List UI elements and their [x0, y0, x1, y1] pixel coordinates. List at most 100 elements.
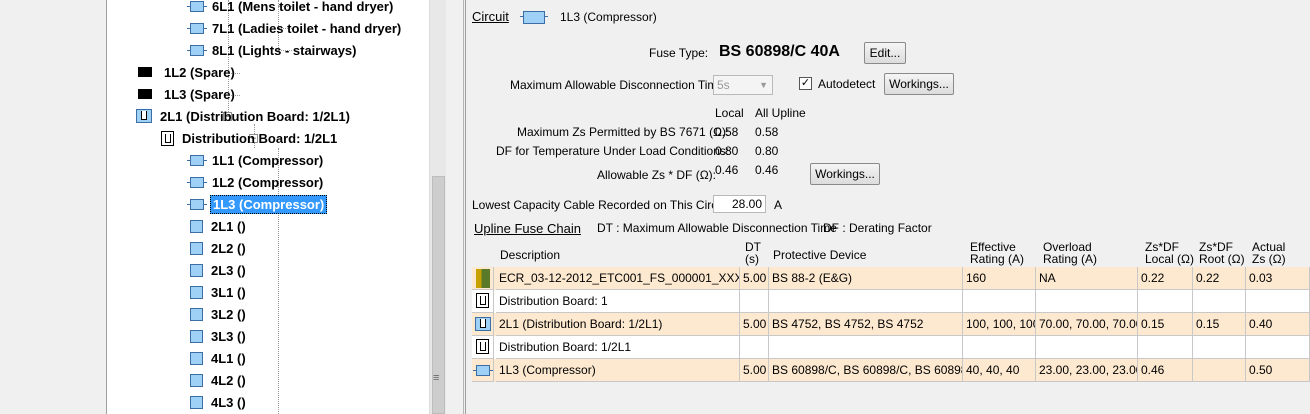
cell-description[interactable]: Distribution Board: 1: [496, 290, 740, 313]
cell-zs-root[interactable]: [1193, 359, 1246, 382]
cell-description[interactable]: Distribution Board: 1/2L1: [496, 336, 740, 359]
cell-dt[interactable]: 5.00: [740, 359, 769, 382]
cell-zs-local[interactable]: 0.46: [1138, 359, 1193, 382]
tree-item-label: 2L1 (): [211, 218, 246, 234]
cell-effective[interactable]: [963, 336, 1036, 359]
cell-actual[interactable]: [1246, 336, 1310, 359]
tree-item[interactable]: 7L1 (Ladies toilet - hand dryer): [187, 18, 403, 38]
table-row[interactable]: 1L3 (Compressor) 5.00 BS 60898/C, BS 60898…: [472, 359, 1310, 382]
cell-dt[interactable]: [740, 336, 769, 359]
table-row[interactable]: Distribution Board: 1/2L1: [472, 336, 1310, 359]
cell-effective[interactable]: 40, 40, 40: [963, 359, 1036, 382]
upline-fuse-chain-link[interactable]: Upline Fuse Chain: [474, 221, 581, 236]
cell-description[interactable]: 1L3 (Compressor): [496, 359, 740, 382]
cell-zs-local[interactable]: 0.22: [1138, 267, 1193, 290]
col-device[interactable]: Protective Device: [773, 248, 866, 262]
workings-button-2[interactable]: Workings...: [810, 163, 880, 185]
max-disconnection-select[interactable]: 5s ▼: [713, 75, 773, 95]
cell-device[interactable]: BS 4752, BS 4752, BS 4752: [769, 313, 963, 336]
cell-zs-root[interactable]: [1193, 336, 1246, 359]
tree-item[interactable]: 1L2 (Compressor): [187, 172, 325, 192]
cell-overload[interactable]: 70.00, 70.00, 70.00: [1036, 313, 1138, 336]
empty-way-icon: [190, 373, 203, 387]
tree-scrollbar[interactable]: [429, 0, 446, 414]
lowest-cable-field[interactable]: 28.00: [713, 195, 766, 213]
cell-effective[interactable]: 100, 100, 100: [963, 313, 1036, 336]
tree-item-label: 1L3 (Compressor): [210, 194, 328, 214]
cell-effective[interactable]: 160: [963, 267, 1036, 290]
cell-dt[interactable]: 5.00: [740, 267, 769, 290]
cell-overload[interactable]: NA: [1036, 267, 1138, 290]
fuse-type-label: Fuse Type:: [649, 46, 709, 60]
cell-zs-root[interactable]: 0.22: [1193, 267, 1246, 290]
cell-overload[interactable]: 23.00, 23.00, 23.00: [1036, 359, 1138, 382]
circuit-tree[interactable]: − − 6L1 (Mens toilet - hand dryer) 7L1 (…: [107, 0, 429, 414]
circuit-link[interactable]: Circuit: [472, 9, 509, 24]
cell-zs-local[interactable]: [1138, 336, 1193, 359]
tree-item[interactable]: 2L1 (Distribution Board: 1/2L1): [136, 106, 352, 126]
col-zs-local[interactable]: Zs*DF Local (Ω): [1145, 241, 1194, 265]
tree-item[interactable]: 3L3 (): [190, 326, 248, 346]
cell-zs-local[interactable]: [1138, 290, 1193, 313]
col-zs-root[interactable]: Zs*DF Root (Ω): [1199, 241, 1245, 265]
zs-permitted-local: 0.58: [715, 125, 739, 139]
tree-item[interactable]: 6L1 (Mens toilet - hand dryer): [187, 0, 395, 16]
col-actual-zs[interactable]: Actual Zs (Ω): [1252, 241, 1286, 265]
table-row[interactable]: 2L1 (Distribution Board: 1/2L1) 5.00 BS 47…: [472, 313, 1310, 336]
col-effective[interactable]: Effective Rating (A): [970, 241, 1024, 265]
tree-item[interactable]: 4L2 (): [190, 370, 248, 390]
lowest-cable-unit: A: [774, 198, 783, 212]
cell-device[interactable]: [769, 290, 963, 313]
tree-item[interactable]: 3L2 (): [190, 304, 248, 324]
cell-dt[interactable]: 5.00: [740, 313, 769, 336]
edit-button[interactable]: Edit...: [864, 42, 906, 64]
tree-item[interactable]: 1L1 (Compressor): [187, 150, 325, 170]
cell-actual[interactable]: 0.50: [1246, 359, 1310, 382]
tree-item-label: 2L3 (): [211, 262, 246, 278]
cell-actual[interactable]: 0.40: [1246, 313, 1310, 336]
col-dt-line: (s): [745, 252, 759, 266]
tree-item-label: 4L3 (): [211, 394, 246, 410]
cell-effective[interactable]: [963, 290, 1036, 313]
cell-dt[interactable]: [740, 290, 769, 313]
panel-splitter[interactable]: [446, 0, 464, 414]
tree-item[interactable]: 2L3 (): [190, 260, 248, 280]
tree-item[interactable]: Distribution Board: 1/2L1: [161, 128, 339, 148]
cell-zs-local[interactable]: 0.15: [1138, 313, 1193, 336]
cell-device[interactable]: BS 88-2 (E&G): [769, 267, 963, 290]
tree-item-label: 1L2 (Compressor): [212, 174, 324, 190]
col-description[interactable]: Description: [500, 248, 560, 262]
cell-overload[interactable]: [1036, 290, 1138, 313]
tree-item-label: Distribution Board: 1/2L1: [182, 130, 338, 146]
cell-actual[interactable]: [1246, 290, 1310, 313]
empty-way-icon: [190, 285, 203, 299]
table-row[interactable]: Distribution Board: 1: [472, 290, 1310, 313]
tree-item[interactable]: 4L3 (): [190, 392, 248, 412]
row-icon-cell: [472, 336, 494, 359]
cell-device[interactable]: [769, 336, 963, 359]
tree-item[interactable]: 8L1 (Lights - stairways): [187, 40, 358, 60]
workings-button[interactable]: Workings...: [884, 73, 954, 95]
tree-item[interactable]: 1L2 (Spare): [138, 62, 237, 82]
tree-item[interactable]: 3L1 (): [190, 282, 248, 302]
tree-item[interactable]: 2L1 (): [190, 216, 248, 236]
row-icon-cell: [472, 359, 494, 382]
tree-item[interactable]: 2L2 (): [190, 238, 248, 258]
cell-zs-root[interactable]: [1193, 290, 1246, 313]
cell-device[interactable]: BS 60898/C, BS 60898/C, BS 60898/C: [769, 359, 963, 382]
cell-actual[interactable]: 0.03: [1246, 267, 1310, 290]
col-dt[interactable]: DT (s): [745, 241, 761, 265]
col-overload[interactable]: Overload Rating (A): [1043, 241, 1097, 265]
cell-description[interactable]: 2L1 (Distribution Board: 1/2L1): [496, 313, 740, 336]
supply-icon: [476, 269, 490, 288]
cell-overload[interactable]: [1036, 336, 1138, 359]
tree-item[interactable]: 1L3 (Spare): [138, 84, 237, 104]
cell-description[interactable]: ECR_03-12-2012_ETC001_FS_000001_XXXXXX: [496, 267, 740, 290]
tree-item[interactable]: 4L1 (): [190, 348, 248, 368]
tree-item-label: 4L1 (): [211, 350, 246, 366]
cell-zs-root[interactable]: 0.15: [1193, 313, 1246, 336]
table-row[interactable]: ECR_03-12-2012_ETC001_FS_000001_XXXXXX 5.…: [472, 267, 1310, 290]
autodetect-checkbox[interactable]: ✓: [799, 77, 812, 90]
tree-item-selected[interactable]: 1L3 (Compressor): [187, 194, 328, 214]
spare-icon: [138, 89, 152, 99]
